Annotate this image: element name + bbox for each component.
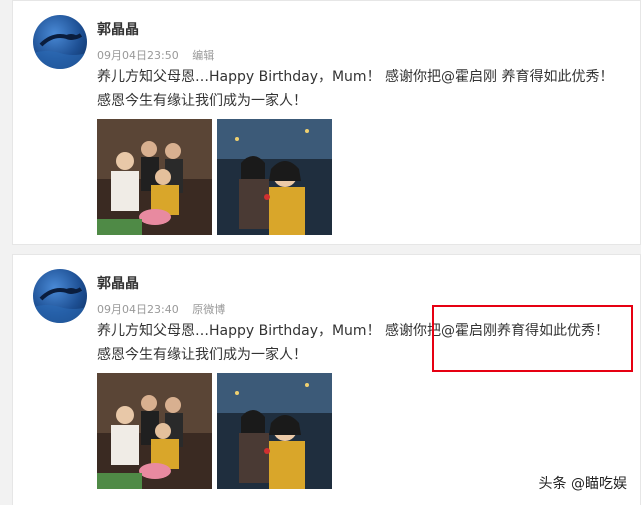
- original-post-link[interactable]: 原微博: [192, 303, 225, 316]
- post-time[interactable]: 09月04日23:50: [97, 49, 179, 62]
- photo-thumbnail-mother-daughter[interactable]: [217, 119, 332, 235]
- mention-link[interactable]: @霍启刚: [441, 69, 497, 85]
- post-content: 养儿方知父母恩…Happy Birthday，Mum！ 感谢你把@霍启刚 养育得…: [97, 65, 627, 113]
- post-time[interactable]: 09月04日23:40: [97, 303, 179, 316]
- avatar[interactable]: [33, 269, 87, 323]
- watermark: 头条 @瞄吃娱: [538, 476, 627, 492]
- post-meta: 09月04日23:40 原微博: [97, 301, 225, 317]
- author-name[interactable]: 郭晶晶: [97, 19, 139, 39]
- post-meta: 09月04日23:50 编辑: [97, 47, 214, 63]
- content-line-1: 养儿方知父母恩…Happy Birthday，Mum！ 感谢你把@霍启刚 养育得…: [97, 69, 614, 85]
- red-highlight-box: [432, 305, 633, 372]
- swimmer-avatar-icon: [33, 287, 87, 323]
- post-card: 郭晶晶 09月04日23:50 编辑 养儿方知父母恩…Happy Birthda…: [12, 0, 641, 245]
- avatar[interactable]: [33, 15, 87, 69]
- content-line-2: 感恩今生有缘让我们成为一家人！: [97, 93, 307, 109]
- photo-thumbnail-family[interactable]: [97, 119, 212, 235]
- edit-link[interactable]: 编辑: [192, 49, 214, 62]
- photo-thumbnail-mother-daughter[interactable]: [217, 373, 332, 489]
- photo-thumbnail-family[interactable]: [97, 373, 212, 489]
- swimmer-avatar-icon: [33, 33, 87, 69]
- post-card: 郭晶晶 09月04日23:40 原微博 养儿方知父母恩…Happy Birthd…: [12, 254, 641, 505]
- author-name[interactable]: 郭晶晶: [97, 273, 139, 293]
